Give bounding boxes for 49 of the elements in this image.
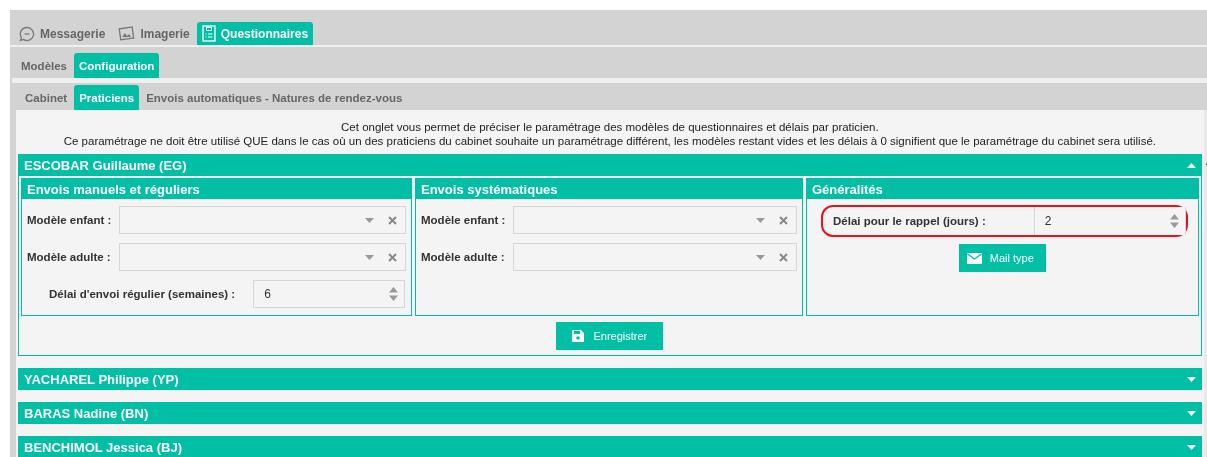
envelope-icon bbox=[966, 252, 982, 264]
clipboard-icon bbox=[201, 25, 216, 42]
caret-down-icon bbox=[1186, 376, 1196, 382]
clear-icon[interactable] bbox=[779, 215, 788, 225]
tab[interactable]: Messagerie bbox=[14, 22, 111, 45]
field-label: Modèle adulte : bbox=[27, 251, 112, 263]
caret-icon[interactable] bbox=[756, 217, 765, 223]
tab[interactable]: Cabinet bbox=[20, 85, 73, 110]
accordion-header[interactable]: BENCHIMOL Jessica (BJ) bbox=[18, 436, 1202, 457]
tab[interactable]: Questionnaires bbox=[196, 22, 314, 45]
number-field[interactable]: 6 bbox=[253, 280, 406, 308]
caret-down-icon bbox=[1186, 410, 1196, 416]
field-label: Délai d'envoi régulier (semaines) : bbox=[49, 288, 236, 300]
image-icon bbox=[117, 25, 136, 42]
group-title: Envois manuels et réguliers bbox=[22, 179, 411, 199]
caret-up-icon bbox=[1186, 162, 1196, 168]
accordion-header[interactable]: BARAS Nadine (BN) bbox=[18, 402, 1202, 424]
tab[interactable]: Modèles bbox=[16, 53, 72, 78]
group-title: Généralités bbox=[807, 179, 1198, 199]
field-label: Modèle enfant : bbox=[421, 214, 507, 226]
clear-icon[interactable] bbox=[779, 252, 788, 262]
spinner-icon[interactable] bbox=[389, 287, 399, 301]
field-label: Modèle adulte : bbox=[421, 251, 506, 263]
spinner-icon[interactable] bbox=[1169, 214, 1179, 228]
dropdown-field[interactable] bbox=[513, 243, 797, 271]
dropdown-field[interactable] bbox=[513, 206, 797, 234]
group-title: Envois systématiques bbox=[416, 179, 802, 199]
tab[interactable]: Praticiens bbox=[74, 85, 140, 110]
clear-icon[interactable] bbox=[388, 252, 397, 262]
accordion-header[interactable]: ESCOBAR Guillaume (EG) bbox=[18, 154, 1202, 176]
chat-bubble-icon bbox=[19, 25, 35, 42]
intro-text: Ce paramétrage ne doit être utilisé QUE dans le cas où un des praticiens du cabinet souhaite un paramétrage différent, les modèles restant vides et les délais à 0 signifient que le paramétrage du cabinet sera utilisé. bbox=[62, 134, 1157, 148]
save-button[interactable]: Enregistrer bbox=[556, 322, 664, 350]
tab[interactable]: Envois automatiques - Natures de rendez-vous bbox=[141, 85, 408, 110]
tab[interactable]: Imagerie bbox=[112, 22, 195, 45]
number-field[interactable]: 2 bbox=[1033, 207, 1186, 235]
caret-down-icon bbox=[1186, 444, 1196, 450]
caret-icon[interactable] bbox=[365, 254, 374, 260]
accordion-header[interactable]: YACHAREL Philippe (YP) bbox=[18, 368, 1202, 390]
caret-icon[interactable] bbox=[365, 217, 374, 223]
tab[interactable]: Configuration bbox=[74, 53, 160, 78]
field-label: Modèle enfant : bbox=[27, 214, 113, 226]
clear-icon[interactable] bbox=[388, 215, 397, 225]
intro-text: Cet onglet vous permet de préciser le paramétrage des modèles de questionnaires et délais par praticien. bbox=[340, 120, 880, 134]
mail-type-button[interactable]: Mail type bbox=[958, 244, 1046, 272]
dropdown-field[interactable] bbox=[119, 243, 406, 271]
dropdown-field[interactable] bbox=[119, 206, 406, 234]
field-label: Délai pour le rappel (jours) : bbox=[833, 215, 986, 227]
caret-icon[interactable] bbox=[756, 254, 765, 260]
